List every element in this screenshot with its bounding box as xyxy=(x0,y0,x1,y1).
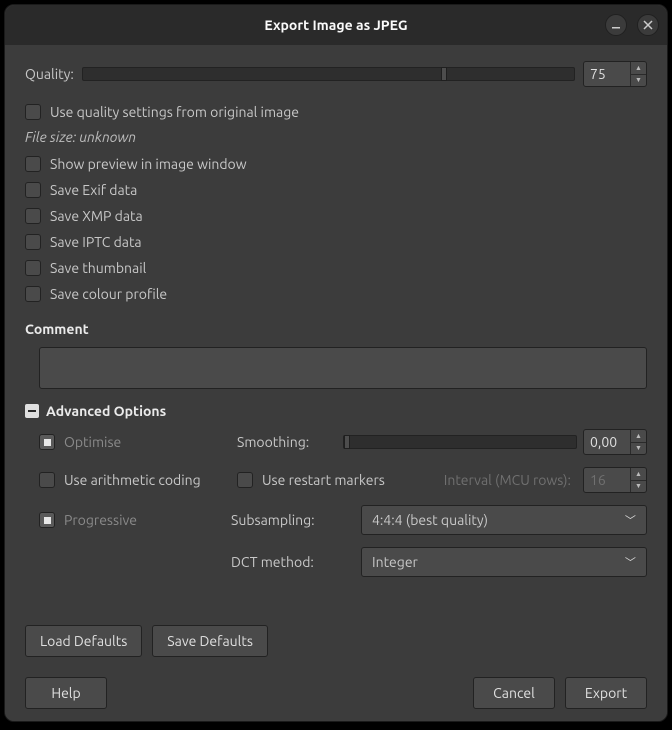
smoothing-label: Smoothing: xyxy=(237,434,337,450)
subsampling-select[interactable]: 4:4:4 (best quality) 〉 xyxy=(361,505,647,535)
chevron-down-icon: 〉 xyxy=(623,515,639,526)
smoothing-up[interactable]: ▲ xyxy=(631,430,646,443)
quality-label: Quality: xyxy=(25,66,74,82)
subsampling-value: 4:4:4 (best quality) xyxy=(372,512,488,528)
restart-markers-checkbox[interactable] xyxy=(237,472,253,488)
progressive-label: Progressive xyxy=(64,512,137,528)
smoothing-spinbox[interactable]: 0,00 ▲ ▼ xyxy=(583,429,647,455)
quality-down[interactable]: ▼ xyxy=(631,75,646,87)
advanced-title: Advanced Options xyxy=(46,403,166,419)
save-iptc-label: Save IPTC data xyxy=(50,234,142,250)
quality-slider-thumb[interactable] xyxy=(441,67,447,81)
smoothing-slider[interactable] xyxy=(343,435,577,449)
cancel-button[interactable]: Cancel xyxy=(473,677,555,709)
dct-label: DCT method: xyxy=(231,554,361,570)
save-thumbnail-label: Save thumbnail xyxy=(50,260,146,276)
minimize-button[interactable] xyxy=(605,14,627,36)
dialog-window: Export Image as JPEG Quality: 75 ▲ ▼ xyxy=(4,4,668,722)
dialog-content: Quality: 75 ▲ ▼ Use quality settings fro… xyxy=(5,45,667,721)
window-title: Export Image as JPEG xyxy=(264,17,407,33)
close-icon xyxy=(643,20,653,30)
save-thumbnail-checkbox[interactable] xyxy=(25,260,41,276)
interval-spinbox: 16 ▲ ▼ xyxy=(583,467,647,493)
save-exif-checkbox[interactable] xyxy=(25,182,41,198)
save-colour-profile-label: Save colour profile xyxy=(50,286,167,302)
filesize-text: File size: unknown xyxy=(25,129,647,145)
arithmetic-checkbox[interactable] xyxy=(39,472,55,488)
quality-spinbox[interactable]: 75 ▲ ▼ xyxy=(583,61,647,87)
use-original-quality-label: Use quality settings from original image xyxy=(50,104,299,120)
interval-label: Interval (MCU rows): xyxy=(435,472,577,488)
close-button[interactable] xyxy=(637,14,659,36)
interval-down: ▼ xyxy=(631,481,646,493)
comment-textarea[interactable] xyxy=(39,347,647,389)
progressive-checkbox[interactable] xyxy=(39,512,55,528)
quality-value[interactable]: 75 xyxy=(584,62,630,86)
quality-slider[interactable] xyxy=(82,67,575,81)
arithmetic-label: Use arithmetic coding xyxy=(64,472,201,488)
advanced-expander-toggle[interactable] xyxy=(25,404,39,418)
quality-up[interactable]: ▲ xyxy=(631,62,646,75)
minimize-icon xyxy=(611,20,621,30)
smoothing-down[interactable]: ▼ xyxy=(631,443,646,455)
use-original-quality-checkbox[interactable] xyxy=(25,104,41,120)
smoothing-slider-thumb[interactable] xyxy=(344,435,350,449)
help-button[interactable]: Help xyxy=(25,677,107,709)
subsampling-label: Subsampling: xyxy=(231,512,361,528)
load-defaults-button[interactable]: Load Defaults xyxy=(25,625,142,657)
interval-value: 16 xyxy=(584,468,630,492)
dct-value: Integer xyxy=(372,554,418,570)
comment-label: Comment xyxy=(25,321,647,337)
restart-markers-label: Use restart markers xyxy=(262,472,385,488)
save-iptc-checkbox[interactable] xyxy=(25,234,41,250)
optimise-checkbox[interactable] xyxy=(39,434,55,450)
export-button[interactable]: Export xyxy=(565,677,647,709)
save-xmp-label: Save XMP data xyxy=(50,208,143,224)
show-preview-label: Show preview in image window xyxy=(50,156,247,172)
save-xmp-checkbox[interactable] xyxy=(25,208,41,224)
smoothing-value[interactable]: 0,00 xyxy=(584,430,630,454)
save-defaults-button[interactable]: Save Defaults xyxy=(152,625,268,657)
interval-up: ▲ xyxy=(631,468,646,481)
show-preview-checkbox[interactable] xyxy=(25,156,41,172)
optimise-label: Optimise xyxy=(64,434,121,450)
titlebar: Export Image as JPEG xyxy=(5,5,667,45)
dct-select[interactable]: Integer 〉 xyxy=(361,547,647,577)
save-exif-label: Save Exif data xyxy=(50,182,137,198)
save-colour-profile-checkbox[interactable] xyxy=(25,286,41,302)
chevron-down-icon: 〉 xyxy=(623,557,639,568)
